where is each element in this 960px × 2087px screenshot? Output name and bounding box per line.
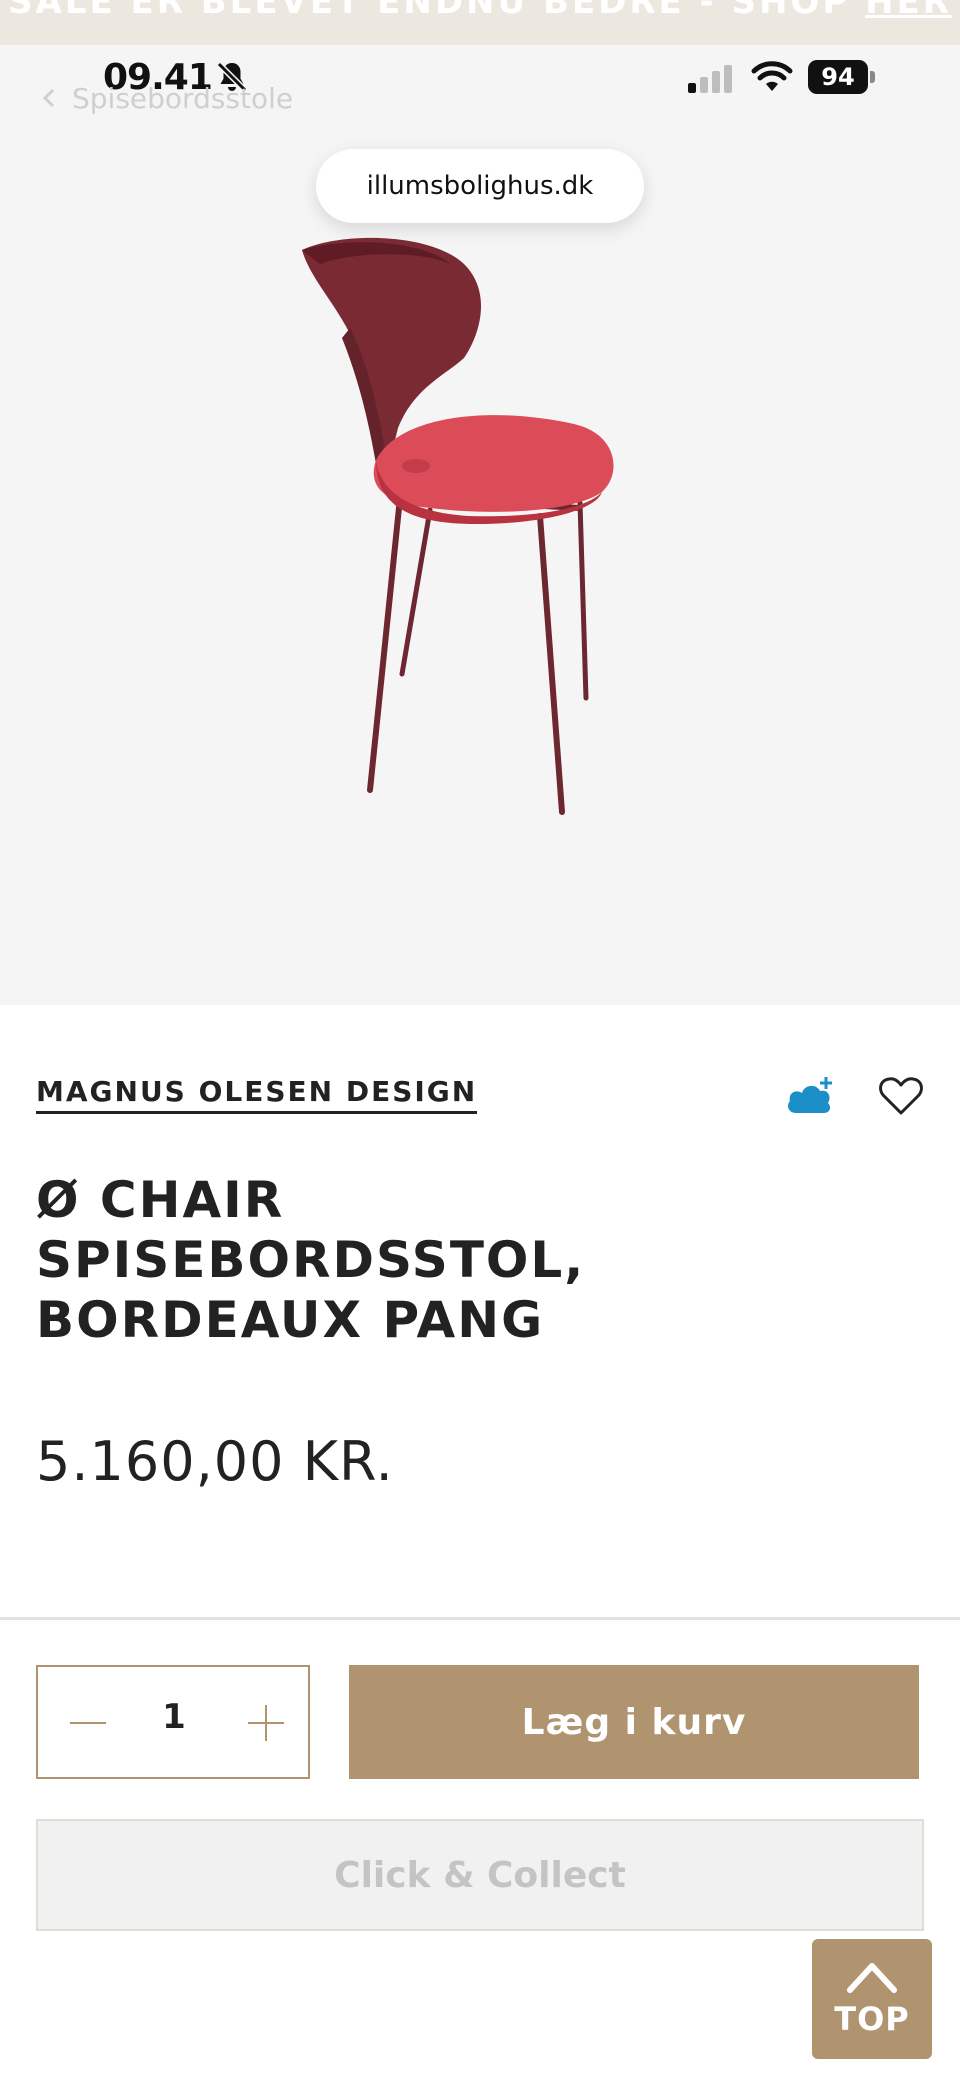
scroll-to-top-button[interactable]: TOP (812, 1939, 932, 2059)
quantity-value[interactable]: 1 (138, 1697, 210, 1737)
battery-tip (870, 71, 875, 83)
plus-icon (248, 1705, 284, 1741)
url-bar[interactable]: illumsbolighus.dk (316, 149, 644, 223)
wifi-icon (751, 61, 793, 91)
product-title: Ø CHAIR SPISEBORDSSTOL, BORDEAUX PANG (36, 1170, 916, 1350)
product-title-line-2: SPISEBORDSSTOL, (36, 1231, 586, 1289)
promo-message: SALE ER BLEVET ENDNU BEDRE - SHOP (8, 0, 866, 22)
brand-link[interactable]: MAGNUS OLESEN DESIGN (36, 1075, 478, 1114)
product-title-line-1: Ø CHAIR (36, 1171, 285, 1229)
click-collect-button[interactable]: Click & Collect (36, 1819, 924, 1931)
signal-icon (688, 65, 732, 93)
quantity-decrease-button[interactable] (68, 1703, 108, 1743)
promo-banner[interactable]: SALE ER BLEVET ENDNU BEDRE - SHOP HER (0, 0, 960, 45)
chevron-left-icon (42, 88, 55, 108)
battery-icon: 94 (808, 60, 876, 94)
breadcrumb-label: Spisebordsstole (72, 81, 294, 115)
quantity-stepper: 1 (36, 1665, 310, 1779)
url-text: illumsbolighus.dk (366, 171, 594, 201)
product-title-line-3: BORDEAUX PANG (36, 1291, 545, 1349)
chevron-up-icon (847, 1963, 897, 1993)
promo-text: SALE ER BLEVET ENDNU BEDRE - SHOP HER (0, 0, 960, 22)
heart-icon[interactable] (878, 1075, 924, 1117)
minus-icon (70, 1722, 106, 1724)
promo-shop-link[interactable]: HER (865, 0, 952, 22)
chair-image (302, 237, 614, 815)
product-price: 5.160,00 KR. (36, 1430, 394, 1493)
battery-level: 94 (808, 60, 868, 94)
quantity-increase-button[interactable] (246, 1703, 286, 1743)
cloud-add-icon[interactable] (784, 1075, 836, 1117)
add-to-cart-button[interactable]: Læg i kurv (349, 1665, 919, 1779)
top-label: TOP (834, 2000, 910, 2038)
breadcrumb[interactable]: Spisebordsstole (40, 80, 293, 116)
divider (0, 1617, 960, 1620)
